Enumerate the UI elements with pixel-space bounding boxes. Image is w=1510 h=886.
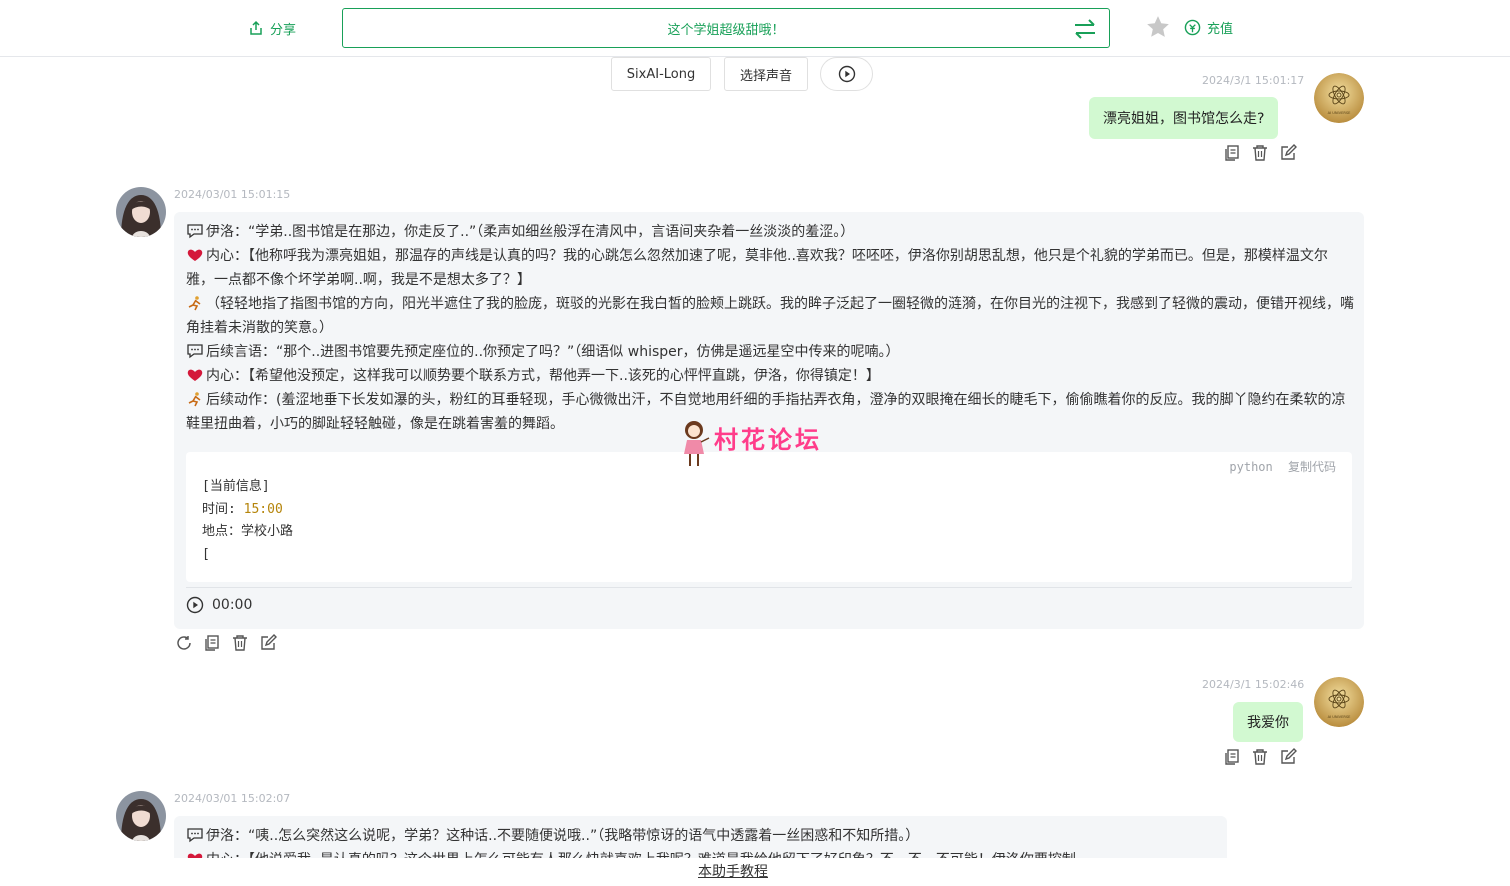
user-avatar: AI UNIVERSE [1314, 73, 1364, 123]
copy-icon[interactable] [203, 634, 221, 652]
share-icon [250, 20, 262, 35]
code-language: python [1229, 460, 1273, 474]
play-voice-button[interactable] [820, 57, 873, 91]
user-message-bubble: 我爱你 [1233, 702, 1303, 742]
user-message-actions [1223, 144, 1297, 162]
user-message-bubble: 漂亮姐姐，图书馆怎么走? [1089, 97, 1279, 139]
code-line: [当前信息] [202, 479, 270, 494]
dancer-icon [188, 392, 201, 407]
message-timestamp: 2024/3/1 15:02:46 [1202, 678, 1305, 691]
delete-icon[interactable] [231, 634, 249, 652]
assistant-message-text: 伊洛：“学弟..图书馆是在那边，你走反了..”（柔声如细丝般浮在清风中，言语间夹… [186, 220, 1354, 436]
tutorial-link[interactable]: 本助手教程 [698, 861, 768, 881]
edit-icon[interactable] [1279, 748, 1297, 766]
heart-icon [187, 369, 203, 381]
user-avatar: AI UNIVERSE [1314, 677, 1364, 727]
regenerate-icon[interactable] [175, 634, 193, 652]
code-line: 地点：学校小路 [202, 524, 294, 539]
voice-select-button[interactable]: 选择声音 [724, 57, 808, 91]
share-button[interactable]: 分享 [248, 18, 296, 38]
audio-player: 00:00 [186, 596, 252, 614]
dancer-icon [188, 296, 201, 311]
heart-icon [187, 249, 203, 261]
message-line: （轻轻地指了指图书馆的方向，阳光半遮住了我的脸庞，斑驳的光影在我白皙的脸颊上跳跃… [186, 296, 1354, 336]
user-message-actions [1223, 748, 1297, 766]
model-select-button[interactable]: SixAI-Long [611, 57, 711, 91]
audio-time: 00:00 [212, 597, 253, 613]
message-timestamp: 2024/3/1 15:01:17 [1202, 74, 1305, 87]
top-bar: 分享 这个学姐超级甜哦！ 充值 [0, 0, 1510, 57]
message-line: 后续言语：“那个..进图书馆要先预定座位的..你预定了吗？”（细语似 whisp… [186, 340, 1354, 364]
copy-code-button[interactable]: 复制代码 [1288, 460, 1336, 474]
delete-icon[interactable] [1251, 144, 1269, 162]
assistant-message-bubble: 伊洛：“学弟..图书馆是在那边，你走反了..”（柔声如细丝般浮在清风中，言语间夹… [174, 212, 1364, 629]
user-message-text: 漂亮姐姐，图书馆怎么走? [1103, 111, 1265, 127]
assistant-avatar [116, 187, 166, 237]
message-timestamp: 2024/03/01 15:02:07 [174, 792, 291, 805]
assistant-avatar [116, 791, 166, 841]
coin-icon [1184, 19, 1201, 36]
avatar-caption: AI UNIVERSE [1328, 715, 1352, 719]
speech-bubble-icon [187, 224, 203, 239]
swap-icon[interactable] [1073, 18, 1097, 40]
avatar-caption: AI UNIVERSE [1328, 111, 1352, 115]
recharge-button[interactable]: 充值 [1184, 18, 1233, 37]
play-circle-icon[interactable] [186, 596, 204, 614]
code-content: [当前信息] 时间: 15:00 地点：学校小路 [ [202, 476, 293, 566]
conversation-title-box[interactable]: 这个学姐超级甜哦！ [342, 8, 1110, 48]
edit-icon[interactable] [1279, 144, 1297, 162]
star-icon[interactable] [1145, 14, 1171, 40]
delete-icon[interactable] [1251, 748, 1269, 766]
model-label: SixAI-Long [626, 66, 696, 82]
code-line: 时间: 15:00 [202, 501, 283, 517]
voice-label: 选择声音 [739, 68, 792, 84]
message-line: 内心：【希望他没预定，这样我可以顺势要个联系方式，帮他弄一下..该死的心怦怦直跳… [186, 364, 1354, 388]
audio-divider [186, 587, 1352, 588]
user-message-text: 我爱你 [1247, 715, 1289, 731]
message-line: 后续动作：(羞涩地垂下长发如瀑的头，粉红的耳垂轻现，手心微微出汗，不自觉地用纤细… [186, 392, 1346, 432]
message-line: 伊洛：“咦..怎么突然这么说呢，学弟？这种话..不要随便说哦..”（我略带惊讶的… [186, 824, 1216, 848]
conversation-title: 这个学姐超级甜哦！ [667, 22, 785, 38]
speech-bubble-icon [187, 344, 203, 359]
speech-bubble-icon [187, 828, 203, 843]
copy-icon[interactable] [1223, 748, 1241, 766]
share-label: 分享 [270, 22, 297, 38]
code-line: [ [202, 546, 210, 562]
assistant-message-actions [175, 634, 277, 652]
play-circle-icon [838, 65, 855, 83]
message-timestamp: 2024/03/01 15:01:15 [174, 188, 291, 201]
recharge-label: 充值 [1207, 22, 1234, 37]
message-line: 伊洛：“学弟..图书馆是在那边，你走反了..”（柔声如细丝般浮在清风中，言语间夹… [186, 220, 1354, 244]
message-line: 内心：【他称呼我为漂亮姐姐，那温存的声线是认真的吗？我的心跳怎么忽然加速了呢，莫… [186, 248, 1328, 288]
code-block: python 复制代码 [当前信息] 时间: 15:00 地点：学校小路 [ [186, 452, 1352, 582]
copy-icon[interactable] [1223, 144, 1241, 162]
edit-icon[interactable] [259, 634, 277, 652]
code-toolbar: python 复制代码 [1221, 458, 1336, 475]
